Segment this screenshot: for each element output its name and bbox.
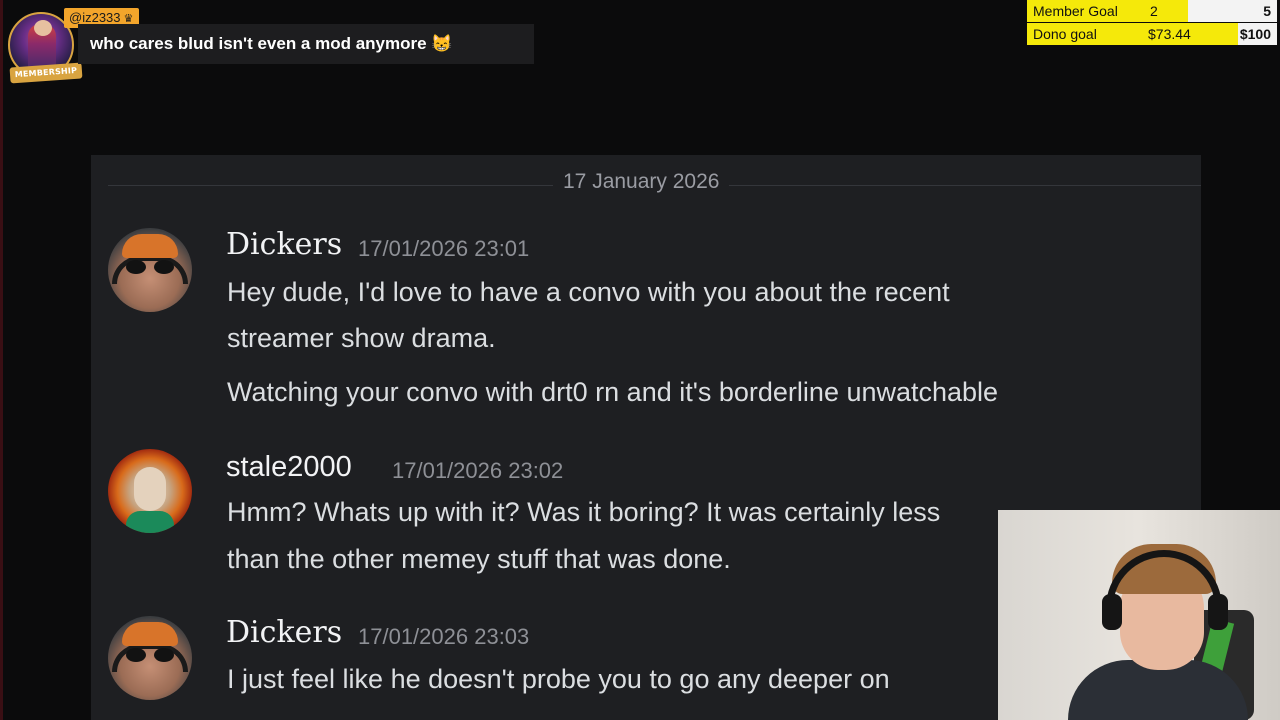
message-author[interactable]: Dickers — [226, 615, 342, 650]
message-timestamp: 17/01/2026 23:03 — [358, 624, 530, 649]
chat-message: who cares blud isn't even a mod anymore … — [78, 24, 534, 64]
message-text: than the other memey stuff that was done… — [227, 544, 731, 574]
author-avatar-dickers[interactable] — [108, 228, 192, 312]
dono-goal-target: $100 — [1239, 26, 1271, 42]
webcam-overlay — [998, 510, 1280, 720]
member-goal-row: Member Goal 2 5 — [1027, 0, 1277, 22]
stream-scene: MEMBERSHIP @iz2333 ♛ who cares blud isn't… — [0, 0, 1280, 720]
author-avatar-dickers[interactable] — [108, 616, 192, 700]
message-text: Hey dude, I'd love to have a convo with … — [227, 277, 950, 307]
message-text: Watching your convo with drt0 rn and it'… — [227, 377, 999, 407]
member-goal-label: Member Goal — [1027, 0, 1129, 22]
message-timestamp: 17/01/2026 23:01 — [358, 236, 530, 261]
author-avatar-stale2000[interactable] — [108, 449, 192, 533]
message-text: Hmm? Whats up with it? Was it boring? It… — [227, 497, 941, 527]
message-author[interactable]: Dickers — [226, 227, 342, 262]
dono-goal-row: Dono goal $73.44 $100 — [1027, 23, 1277, 45]
date-divider-label: 17 January 2026 — [553, 170, 730, 194]
message-timestamp: 17/01/2026 23:02 — [392, 458, 564, 483]
message-text: streamer show drama. — [227, 323, 496, 353]
message-author[interactable]: stale2000 — [226, 451, 352, 484]
goal-widget: Member Goal 2 5 Dono goal $73.44 $100 — [1027, 0, 1277, 46]
dono-goal-current: $73.44 — [1148, 26, 1191, 42]
chat-overlay: MEMBERSHIP @iz2333 ♛ who cares blud isn't… — [4, 8, 544, 88]
dono-goal-label: Dono goal — [1027, 23, 1129, 45]
left-edge-border — [0, 0, 3, 720]
member-goal-current: 2 — [1150, 3, 1158, 19]
message-text: I just feel like he doesn't probe you to… — [227, 664, 890, 694]
member-goal-target: 5 — [1263, 3, 1271, 19]
chatter-username-text: @iz2333 — [69, 10, 121, 25]
